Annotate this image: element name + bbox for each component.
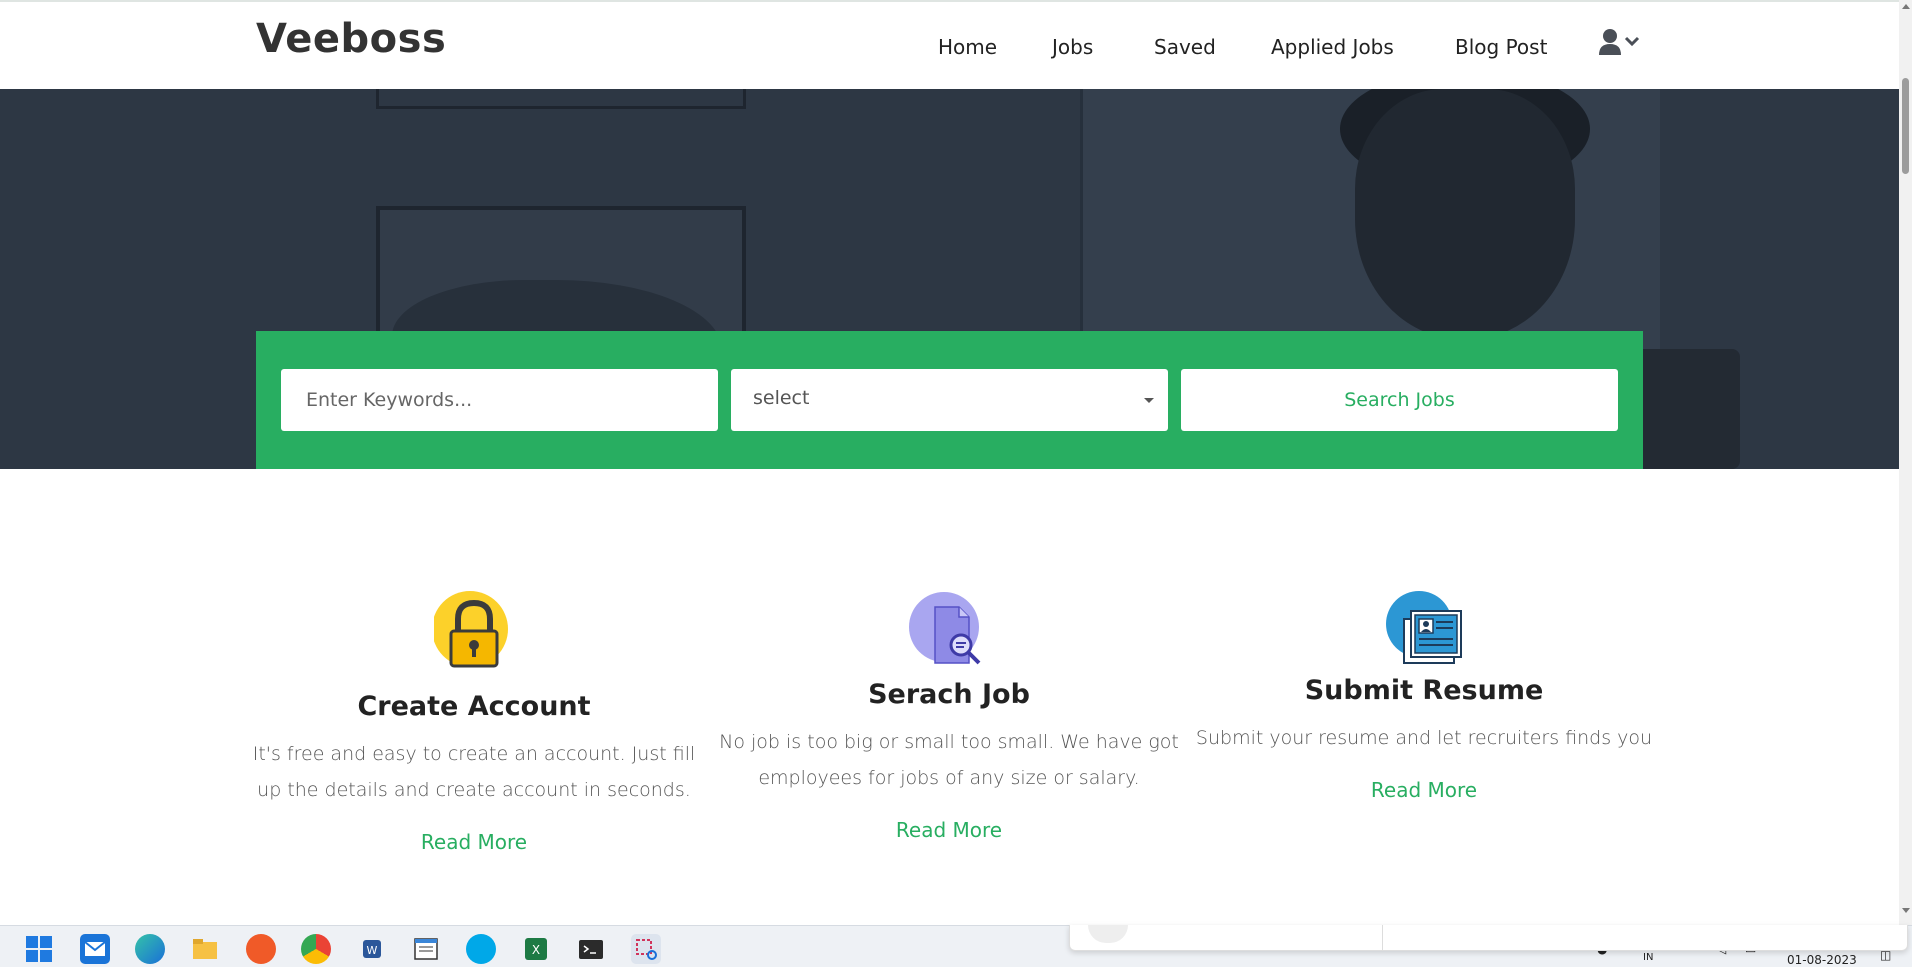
feature-create-account: Create Account It's free and easy to cre… <box>244 591 704 854</box>
feature-title: Serach Job <box>868 679 1030 710</box>
chevron-down-icon <box>1624 36 1640 47</box>
brand-logo[interactable]: Veeboss <box>256 16 446 62</box>
hero-photo-person <box>1355 89 1575 339</box>
document-search-icon <box>909 591 989 669</box>
feature-search-job: Serach Job No job is too big or small to… <box>719 591 1179 842</box>
nav-saved[interactable]: Saved <box>1154 35 1216 59</box>
file-explorer-icon[interactable] <box>190 934 220 964</box>
nav-jobs[interactable]: Jobs <box>1052 35 1093 59</box>
system-date[interactable]: 01-08-2023 <box>1787 953 1857 967</box>
page-scrollbar[interactable] <box>1899 0 1912 925</box>
terminal-icon[interactable] <box>576 934 606 964</box>
language-indicator[interactable]: IN <box>1643 952 1653 963</box>
feature-submit-resume: Submit Resume Submit your resume and let… <box>1194 591 1654 802</box>
read-more-link[interactable]: Read More <box>896 818 1002 842</box>
windows-start-icon[interactable] <box>24 934 54 964</box>
nav-blog-post[interactable]: Blog Post <box>1455 35 1547 59</box>
snipping-tool-icon[interactable] <box>631 934 661 964</box>
mail-icon[interactable] <box>80 934 110 964</box>
caret-down-icon <box>1144 398 1154 403</box>
nav-applied-jobs[interactable]: Applied Jobs <box>1271 35 1394 59</box>
resume-icon <box>1384 591 1464 665</box>
feature-description: No job is too big or small too small. We… <box>719 731 1179 789</box>
scroll-down-arrow-icon[interactable] <box>1902 908 1910 913</box>
hero-photo-frame-top <box>376 89 746 109</box>
edge-icon[interactable] <box>135 934 165 964</box>
word-icon[interactable]: W <box>357 934 387 964</box>
page: Veeboss Home Jobs Saved Applied Jobs Blo… <box>0 0 1899 925</box>
svg-text:X: X <box>532 943 540 957</box>
read-more-link[interactable]: Read More <box>421 830 527 854</box>
navbar: Veeboss Home Jobs Saved Applied Jobs Blo… <box>0 0 1899 89</box>
scroll-up-arrow-icon[interactable] <box>1902 4 1910 9</box>
category-select[interactable]: select <box>731 369 1168 431</box>
category-select-value: select <box>753 387 810 409</box>
padlock-icon <box>432 591 514 675</box>
read-more-link[interactable]: Read More <box>1371 778 1477 802</box>
user-icon <box>1599 29 1640 55</box>
svg-text:W: W <box>367 944 378 957</box>
feature-description: Submit your resume and let recruiters fi… <box>1195 727 1653 749</box>
chat-popup-edge <box>1069 925 1908 951</box>
chat-avatar <box>1088 925 1128 943</box>
keywords-input[interactable] <box>281 369 718 431</box>
excel-icon[interactable]: X <box>521 934 551 964</box>
search-jobs-button[interactable]: Search Jobs <box>1181 369 1618 431</box>
skype-icon[interactable] <box>466 934 496 964</box>
feature-title: Submit Resume <box>1304 675 1544 706</box>
popup-divider <box>1382 925 1383 951</box>
paint-icon[interactable] <box>246 934 276 964</box>
chrome-icon[interactable] <box>301 934 331 964</box>
notepad-icon[interactable] <box>411 934 441 964</box>
nav-home[interactable]: Home <box>938 35 997 59</box>
job-search-form: select Search Jobs <box>256 331 1643 469</box>
feature-title: Create Account <box>357 691 591 722</box>
user-menu[interactable] <box>1598 28 1646 62</box>
feature-description: It's free and easy to create an account.… <box>252 743 696 801</box>
scroll-thumb[interactable] <box>1902 78 1909 174</box>
